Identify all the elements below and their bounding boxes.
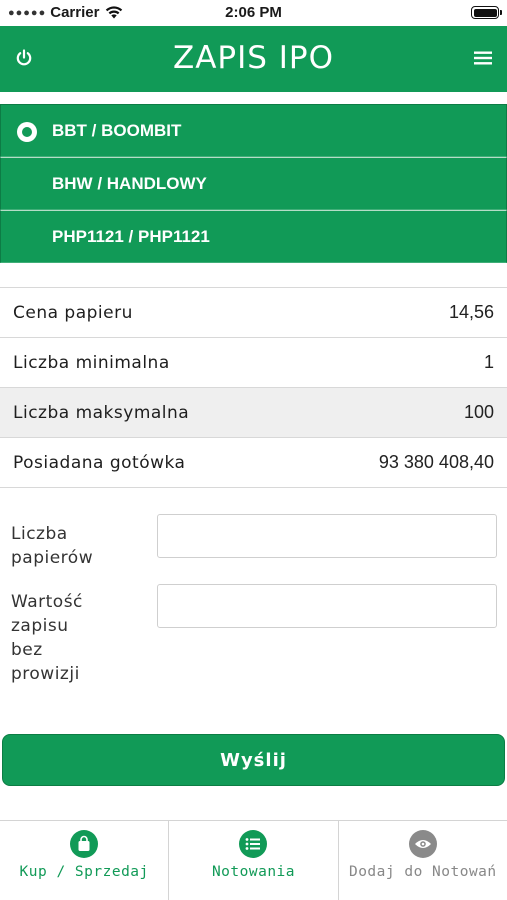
info-value: 93 380 408,40 [378, 452, 494, 472]
info-label: Liczba maksymalna [13, 402, 190, 423]
instrument-label: BHW / HANDLOWY [52, 173, 207, 193]
shopping-bag-icon [70, 830, 99, 858]
tab-buy-sell[interactable]: Kup / Sprzedaj [0, 821, 168, 900]
tab-bar: Kup / Sprzedaj Notowania Dodaj do Notowa… [0, 820, 507, 900]
info-label: Cena papieru [13, 302, 133, 323]
status-time: 2:06 PM [225, 4, 282, 21]
instrument-label: BBT / BOOMBIT [52, 120, 182, 140]
submit-button[interactable]: Wyślij [2, 734, 505, 786]
hamburger-menu-icon[interactable] [473, 50, 493, 66]
instrument-item-bbt[interactable]: BBT / BOOMBIT [0, 104, 507, 157]
radio-selected-icon [17, 122, 37, 142]
info-label: Liczba minimalna [13, 352, 170, 373]
info-row-price: Cena papieru 14,56 [0, 288, 507, 338]
instrument-item-php1121[interactable]: PHP1121 / PHP1121 [0, 210, 507, 263]
info-value: 1 [483, 352, 494, 372]
battery-icon [471, 6, 502, 19]
info-value: 14,56 [448, 302, 494, 322]
info-table: Cena papieru 14,56 Liczba minimalna 1 Li… [0, 287, 507, 488]
quantity-label: Liczba papierów [11, 524, 94, 568]
info-row-cash: Posiadana gotówka 93 380 408,40 [0, 438, 507, 488]
value-input[interactable] [157, 584, 497, 628]
page-title: ZAPIS IPO [172, 40, 335, 76]
instrument-label: PHP1121 / PHP1121 [52, 226, 210, 246]
instrument-item-bhw[interactable]: BHW / HANDLOWY [0, 157, 507, 210]
instrument-list: BBT / BOOMBIT BHW / HANDLOWY PHP1121 / P… [0, 104, 507, 263]
list-icon [239, 830, 268, 858]
tab-label: Kup / Sprzedaj [19, 864, 149, 880]
tab-label: Dodaj do Notowań [348, 864, 497, 880]
tab-add-to-quotes[interactable]: Dodaj do Notowań [337, 821, 507, 900]
info-row-min: Liczba minimalna 1 [0, 338, 507, 388]
status-bar: ●●●●● Carrier 2:06 PM [0, 0, 507, 26]
info-value: 100 [463, 402, 494, 422]
info-label: Posiadana gotówka [13, 452, 186, 473]
value-label: Wartość zapisu bez prowizji [11, 592, 83, 684]
app-header: ZAPIS IPO [0, 26, 507, 92]
eye-icon [408, 830, 437, 858]
tab-quotes[interactable]: Notowania [168, 821, 337, 900]
tab-label: Notowania [211, 864, 296, 880]
info-row-max: Liczba maksymalna 100 [0, 388, 507, 438]
quantity-input[interactable] [157, 514, 497, 558]
